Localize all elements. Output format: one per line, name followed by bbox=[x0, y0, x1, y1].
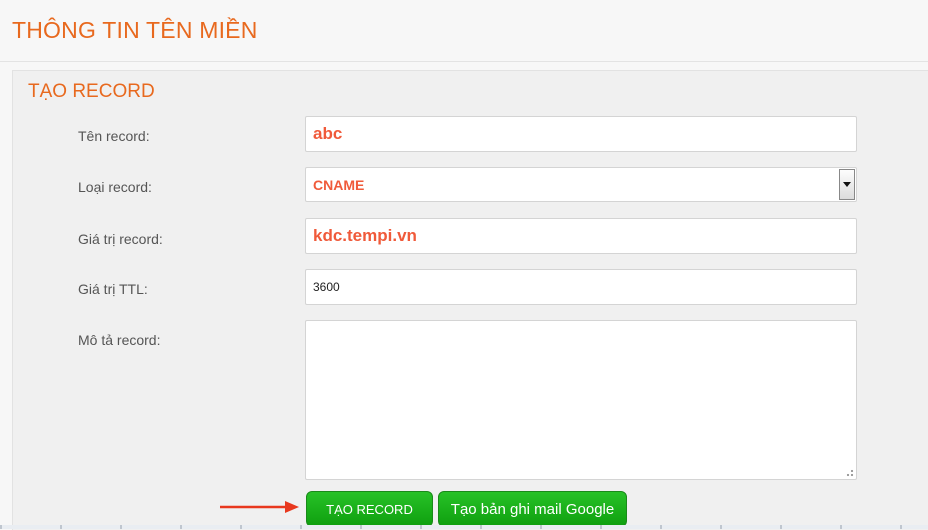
section-title: TẠO RECORD bbox=[28, 81, 155, 102]
record-value-input[interactable]: kdc.tempi.vn bbox=[305, 218, 857, 254]
ttl-label: Giá trị TTL: bbox=[78, 281, 148, 297]
record-name-value: abc bbox=[313, 124, 343, 143]
chevron-down-icon[interactable] bbox=[839, 169, 855, 200]
ttl-value: 3600 bbox=[313, 280, 340, 294]
create-record-button[interactable]: TẠO RECORD bbox=[306, 491, 433, 527]
record-type-select[interactable]: CNAME bbox=[305, 167, 857, 202]
create-google-mail-button[interactable]: Tạo bản ghi mail Google bbox=[438, 491, 627, 527]
record-type-value: CNAME bbox=[313, 176, 365, 193]
ttl-input[interactable]: 3600 bbox=[305, 269, 857, 305]
record-type-label: Loại record: bbox=[78, 179, 152, 195]
bottom-strip bbox=[0, 525, 928, 529]
resize-grip-icon[interactable] bbox=[844, 467, 854, 477]
description-label: Mô tả record: bbox=[78, 332, 161, 348]
page-title: THÔNG TIN TÊN MIỀN bbox=[12, 17, 258, 43]
record-value-label: Giá trị record: bbox=[78, 231, 163, 247]
record-name-label: Tên record: bbox=[78, 128, 150, 144]
description-textarea[interactable] bbox=[305, 320, 857, 480]
red-arrow-icon bbox=[220, 501, 299, 513]
page-header: THÔNG TIN TÊN MIỀN bbox=[0, 0, 928, 62]
record-name-input[interactable]: abc bbox=[305, 116, 857, 152]
record-value-value: kdc.tempi.vn bbox=[313, 226, 417, 245]
create-record-panel: TẠO RECORD Tên record: abc Loại record: … bbox=[12, 70, 928, 530]
